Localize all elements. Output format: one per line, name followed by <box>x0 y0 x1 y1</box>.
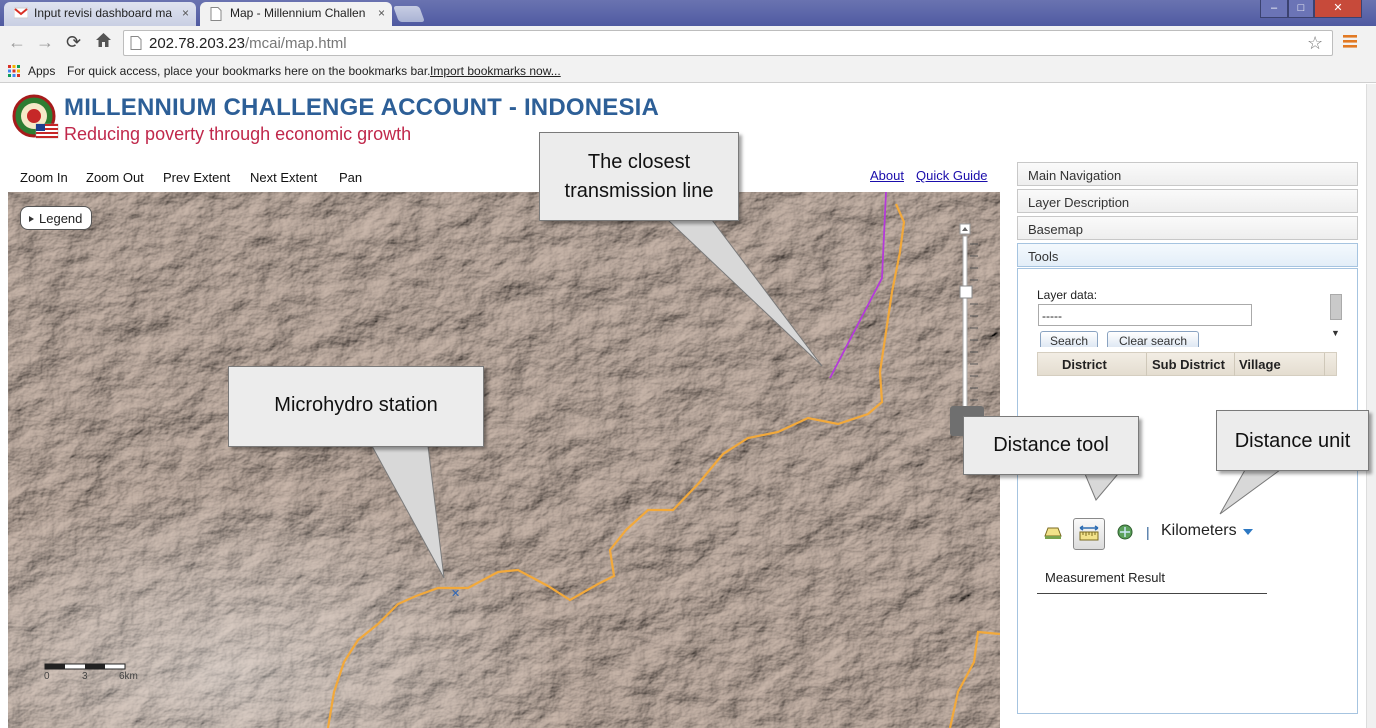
callout-pointers <box>371 219 1282 579</box>
transmission-callout-pointer <box>666 219 823 367</box>
callout-line-1: The closest <box>587 151 691 173</box>
microhydro-callout: Microhydro station <box>228 366 484 447</box>
callout-line-2: transmission line <box>564 180 714 202</box>
distance-tool-callout-pointer <box>1084 473 1120 501</box>
distance-unit-callout: Distance unit <box>1216 410 1369 471</box>
distance-unit-callout-pointer <box>1219 469 1282 515</box>
microhydro-callout-pointer <box>371 445 445 579</box>
transmission-line-callout: The closest transmission line <box>539 132 739 221</box>
distance-tool-callout: Distance tool <box>963 416 1139 475</box>
